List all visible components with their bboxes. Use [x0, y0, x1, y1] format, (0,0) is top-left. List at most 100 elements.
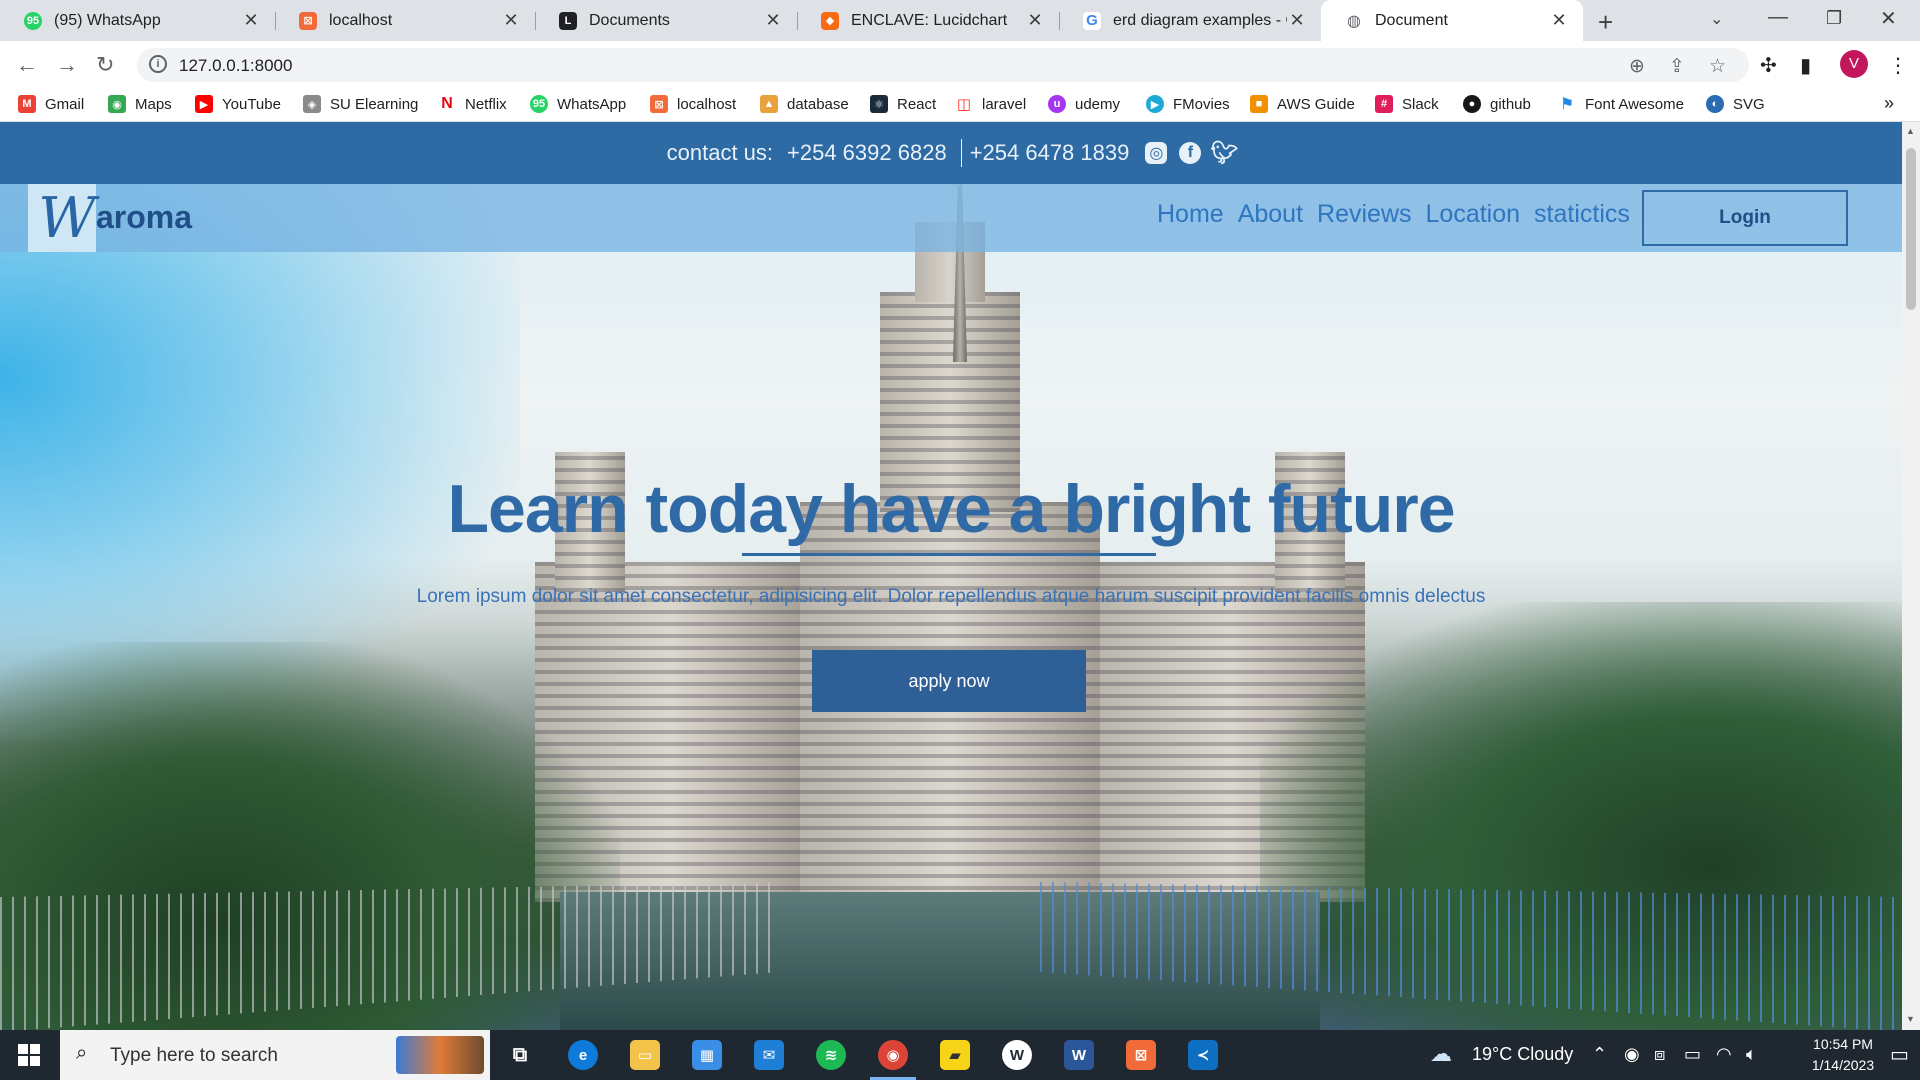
- close-tab-icon[interactable]: ✕: [1025, 10, 1045, 31]
- nav-statistics[interactable]: statictics: [1534, 200, 1630, 229]
- page-scrollbar[interactable]: ▲ ▼: [1902, 122, 1920, 1030]
- app-w-icon[interactable]: W: [1002, 1040, 1032, 1070]
- bookmark-netflix[interactable]: N Netflix: [438, 95, 507, 113]
- bookmark-fmovies[interactable]: ▶ FMovies: [1146, 95, 1230, 113]
- close-tab-icon[interactable]: ✕: [1549, 10, 1569, 31]
- bookmark-svg[interactable]: ◐ SVG: [1706, 95, 1765, 113]
- scroll-down-arrow-icon[interactable]: ▼: [1906, 1014, 1915, 1024]
- nav-reviews[interactable]: Reviews: [1317, 200, 1411, 229]
- contact-bar: contact us: +254 6392 6828 +254 6478 183…: [0, 122, 1902, 184]
- notification-center-icon[interactable]: ▭: [1890, 1042, 1909, 1067]
- store-icon[interactable]: ▦: [692, 1040, 722, 1070]
- bookmark-database[interactable]: ▲ database: [760, 95, 849, 113]
- more-bookmarks-chevron-icon[interactable]: »: [1884, 93, 1894, 114]
- instagram-icon[interactable]: ◎: [1145, 142, 1168, 164]
- tab-whatsapp[interactable]: 95 (95) WhatsApp ✕: [0, 0, 275, 41]
- bookmark-label: laravel: [982, 95, 1027, 113]
- edge-icon[interactable]: e: [568, 1040, 598, 1070]
- tray-chevron-up-icon[interactable]: ⌃: [1592, 1044, 1607, 1065]
- facebook-icon[interactable]: f: [1179, 142, 1202, 164]
- side-panel-icon[interactable]: ▮: [1800, 53, 1811, 78]
- mail-icon[interactable]: ✉: [754, 1040, 784, 1070]
- close-tab-icon[interactable]: ✕: [501, 10, 521, 31]
- site-info-icon[interactable]: i: [149, 55, 167, 73]
- extensions-puzzle-icon[interactable]: ✣: [1760, 53, 1777, 78]
- bookmark-font-awesome[interactable]: ⚑ Font Awesome: [1558, 95, 1684, 113]
- slack-icon: #: [1375, 95, 1393, 113]
- bookmark-whatsapp[interactable]: 95 WhatsApp: [530, 95, 626, 113]
- profile-avatar[interactable]: V: [1840, 50, 1868, 78]
- tab-lucidchart[interactable]: ◆ ENCLAVE: Lucidchart ✕: [797, 0, 1059, 41]
- search-highlight-image[interactable]: [396, 1036, 484, 1074]
- weather-text[interactable]: 19°C Cloudy: [1472, 1044, 1573, 1065]
- bookmark-star-icon[interactable]: ☆: [1709, 55, 1726, 78]
- file-explorer-icon[interactable]: ▭: [630, 1040, 660, 1070]
- forward-arrow-icon[interactable]: →: [56, 52, 78, 78]
- bookmark-localhost[interactable]: ⊠ localhost: [650, 95, 736, 113]
- bookmark-slack[interactable]: # Slack: [1375, 95, 1439, 113]
- close-tab-icon[interactable]: ✕: [1287, 10, 1307, 31]
- taskbar-clock[interactable]: 10:54 PM 1/14/2023: [1798, 1034, 1888, 1076]
- taskbar-search-box[interactable]: ⌕ Type here to search: [60, 1030, 490, 1080]
- sticky-notes-icon[interactable]: ▰: [940, 1040, 970, 1070]
- zoom-icon[interactable]: ⊕: [1629, 55, 1645, 78]
- brand-logo[interactable]: W: [28, 184, 96, 252]
- scroll-up-arrow-icon[interactable]: ▲: [1906, 126, 1915, 136]
- share-icon[interactable]: ⇪: [1669, 55, 1685, 78]
- cloudy-weather-icon[interactable]: ☁: [1430, 1041, 1452, 1067]
- chrome-icon[interactable]: ◉: [870, 1040, 916, 1080]
- minimize-button[interactable]: —: [1768, 6, 1788, 29]
- bookmark-su-elearning[interactable]: ◈ SU Elearning: [303, 95, 418, 113]
- task-view-icon[interactable]: ⧉: [505, 1040, 535, 1070]
- xampp-icon[interactable]: ⊠: [1126, 1040, 1156, 1070]
- windows-start-icon[interactable]: [18, 1044, 40, 1066]
- bookmark-gmail[interactable]: M Gmail: [18, 95, 84, 113]
- address-bar[interactable]: i 127.0.0.1:8000 ⊕ ⇪ ☆: [137, 48, 1749, 82]
- clock-time: 10:54 PM: [1813, 1036, 1873, 1052]
- apply-now-button[interactable]: apply now: [812, 650, 1086, 712]
- bookmark-github[interactable]: ● github: [1463, 95, 1531, 113]
- tab-search-chevron-icon[interactable]: ⌄: [1710, 9, 1723, 29]
- bookmark-youtube[interactable]: ▶ YouTube: [195, 95, 281, 113]
- bookmark-aws-guide[interactable]: ■ AWS Guide: [1250, 95, 1355, 113]
- brand-name[interactable]: aroma: [96, 199, 192, 236]
- nav-about[interactable]: About: [1238, 200, 1303, 229]
- vscode-icon[interactable]: ≺: [1188, 1040, 1218, 1070]
- bookmark-maps[interactable]: ◉ Maps: [108, 95, 172, 113]
- tab-document-active[interactable]: ◍ Document ✕: [1321, 0, 1583, 41]
- tab-title: Document: [1375, 11, 1448, 29]
- contact-phone-1[interactable]: +254 6392 6828: [787, 140, 947, 166]
- spotify-icon[interactable]: ≋: [816, 1040, 846, 1070]
- url-text[interactable]: 127.0.0.1:8000: [179, 56, 292, 76]
- bookmark-laravel[interactable]: ◫ laravel: [955, 95, 1026, 113]
- window-close-button[interactable]: ✕: [1880, 6, 1897, 31]
- close-tab-icon[interactable]: ✕: [241, 10, 261, 31]
- new-tab-button[interactable]: +: [1598, 7, 1613, 38]
- restore-button[interactable]: ❐: [1826, 8, 1842, 29]
- scrollbar-thumb[interactable]: [1906, 148, 1916, 310]
- battery-icon[interactable]: ▭: [1684, 1044, 1701, 1065]
- contact-phone-2[interactable]: +254 6478 1839: [970, 140, 1130, 166]
- login-button[interactable]: Login: [1642, 190, 1848, 246]
- netflix-icon: N: [438, 95, 456, 113]
- tab-documents[interactable]: L Documents ✕: [535, 0, 797, 41]
- reload-icon[interactable]: ↻: [96, 52, 114, 78]
- nav-home[interactable]: Home: [1157, 200, 1224, 229]
- bookmark-udemy[interactable]: u udemy: [1048, 95, 1120, 113]
- tab-google-search[interactable]: G erd diagram examples - Go ✕: [1059, 0, 1321, 41]
- twitter-icon[interactable]: 🐦︎: [1210, 140, 1238, 165]
- volume-icon[interactable]: 🔈︎: [1746, 1044, 1757, 1065]
- tray-device-icon[interactable]: ⧈: [1654, 1044, 1665, 1065]
- bookmark-label: Maps: [135, 95, 172, 113]
- back-arrow-icon[interactable]: ←: [16, 52, 38, 78]
- hero-title-underline: [742, 553, 1156, 556]
- tray-record-icon[interactable]: ◉: [1624, 1044, 1640, 1065]
- word-icon[interactable]: W: [1064, 1040, 1094, 1070]
- nav-location[interactable]: Location: [1426, 200, 1521, 229]
- bookmark-label: SVG: [1733, 95, 1765, 113]
- menu-kebab-icon[interactable]: ⋮: [1888, 53, 1908, 78]
- bookmark-react[interactable]: ⚛ React: [870, 95, 936, 113]
- wifi-icon[interactable]: ◠: [1716, 1044, 1732, 1065]
- close-tab-icon[interactable]: ✕: [763, 10, 783, 31]
- tab-localhost[interactable]: ⊠ localhost ✕: [275, 0, 535, 41]
